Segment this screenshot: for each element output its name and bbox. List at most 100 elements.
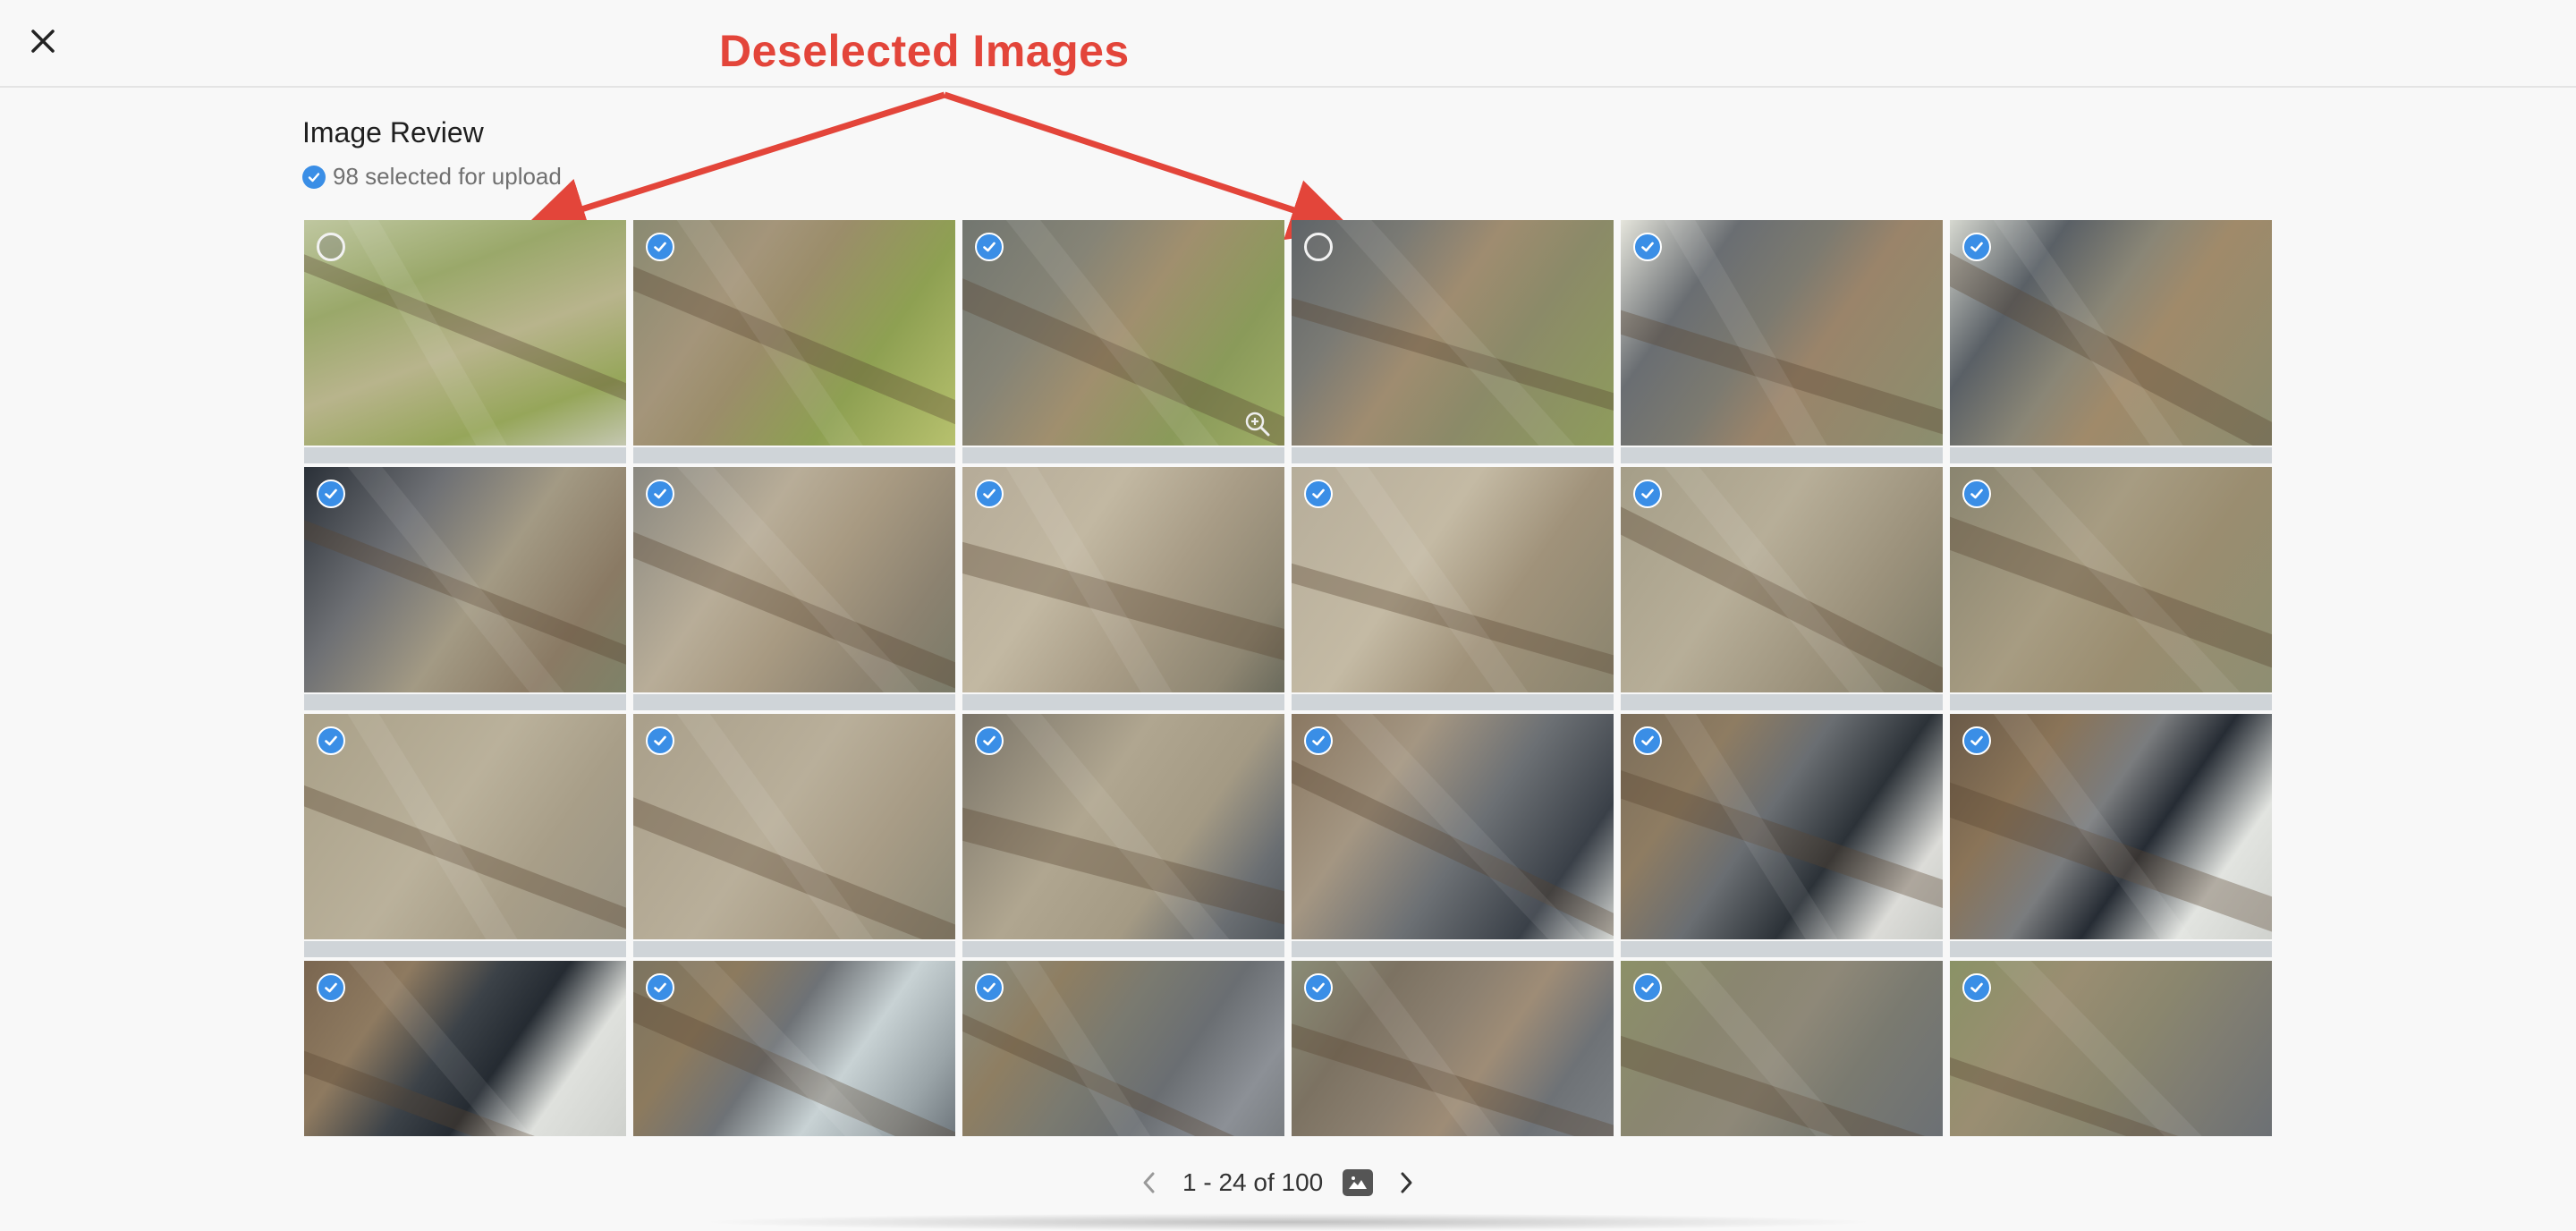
image-tile[interactable] <box>633 220 955 463</box>
image-tile[interactable] <box>1292 467 1614 710</box>
view-mode-button[interactable] <box>1343 1169 1374 1196</box>
image-tile[interactable] <box>633 714 955 957</box>
image-icon <box>1349 1176 1368 1189</box>
aerial-image <box>1621 961 1943 1136</box>
aerial-image <box>304 714 626 939</box>
selected-check-icon[interactable] <box>646 480 674 508</box>
selection-count: 98 selected for upload <box>302 163 562 191</box>
selected-check-icon[interactable] <box>317 480 345 508</box>
zoom-in-icon[interactable] <box>1243 410 1272 438</box>
tile-footer <box>633 694 955 710</box>
image-tile[interactable] <box>304 220 626 463</box>
selected-check-icon[interactable] <box>1633 973 1662 1002</box>
selected-check-icon[interactable] <box>975 233 1004 261</box>
tile-footer <box>1621 694 1943 710</box>
prev-page-button[interactable] <box>1136 1169 1163 1196</box>
selected-check-icon[interactable] <box>1304 480 1333 508</box>
image-grid <box>304 220 2272 1136</box>
tile-footer <box>962 694 1284 710</box>
aerial-image <box>304 961 626 1136</box>
selected-check-icon[interactable] <box>1962 726 1991 755</box>
tile-footer <box>1621 447 1943 463</box>
aerial-image <box>1950 220 2272 446</box>
selected-check-icon[interactable] <box>1633 233 1662 261</box>
image-tile[interactable] <box>1950 714 2272 957</box>
chevron-left-icon <box>1143 1172 1155 1193</box>
tile-footer <box>304 447 626 463</box>
selected-check-icon[interactable] <box>317 726 345 755</box>
aerial-image <box>962 714 1284 939</box>
selected-check-icon[interactable] <box>646 233 674 261</box>
aerial-image <box>304 467 626 692</box>
selected-check-icon[interactable] <box>1633 480 1662 508</box>
dialog-shadow <box>698 1213 1878 1231</box>
next-page-button[interactable] <box>1393 1169 1419 1196</box>
close-button[interactable] <box>25 23 61 59</box>
image-review-dialog: Deselected Images Image Review 98 select… <box>0 0 2576 1231</box>
tile-footer <box>304 694 626 710</box>
page-title: Image Review <box>302 116 484 149</box>
check-icon <box>302 165 326 189</box>
image-tile[interactable] <box>1950 220 2272 463</box>
tile-footer <box>1292 447 1614 463</box>
aerial-image <box>1292 220 1614 446</box>
image-tile[interactable] <box>1292 220 1614 463</box>
selected-check-icon[interactable] <box>1962 233 1991 261</box>
selected-check-icon[interactable] <box>317 973 345 1002</box>
image-tile[interactable] <box>1950 961 2272 1136</box>
aerial-image <box>633 961 955 1136</box>
image-tile[interactable] <box>304 467 626 710</box>
image-tile[interactable] <box>633 961 955 1136</box>
pagination: 1 - 24 of 100 <box>1136 1168 1419 1197</box>
deselected-circle-icon[interactable] <box>1304 233 1333 261</box>
image-tile[interactable] <box>1621 714 1943 957</box>
image-tile[interactable] <box>1292 714 1614 957</box>
aerial-image <box>1292 961 1614 1136</box>
aerial-image <box>1950 467 2272 692</box>
image-tile[interactable] <box>633 467 955 710</box>
aerial-image <box>962 961 1284 1136</box>
image-tile[interactable] <box>1292 961 1614 1136</box>
chevron-right-icon <box>1401 1172 1412 1193</box>
tile-footer <box>633 447 955 463</box>
image-tile[interactable] <box>1950 467 2272 710</box>
tile-footer <box>962 941 1284 957</box>
aerial-image <box>1950 714 2272 939</box>
tile-footer <box>633 941 955 957</box>
image-tile[interactable] <box>962 467 1284 710</box>
selected-check-icon[interactable] <box>646 973 674 1002</box>
tile-footer <box>1950 941 2272 957</box>
aerial-image <box>962 467 1284 692</box>
tile-footer <box>1950 694 2272 710</box>
selected-check-icon[interactable] <box>646 726 674 755</box>
aerial-image <box>633 467 955 692</box>
image-tile[interactable] <box>962 220 1284 463</box>
image-tile[interactable] <box>304 961 626 1136</box>
selected-check-icon[interactable] <box>975 726 1004 755</box>
annotation-label: Deselected Images <box>719 26 1130 76</box>
selected-check-icon[interactable] <box>975 480 1004 508</box>
image-tile[interactable] <box>1621 467 1943 710</box>
selected-check-icon[interactable] <box>1962 973 1991 1002</box>
selected-check-icon[interactable] <box>1633 726 1662 755</box>
image-tile[interactable] <box>304 714 626 957</box>
image-tile[interactable] <box>962 714 1284 957</box>
image-tile[interactable] <box>1621 961 1943 1136</box>
aerial-image <box>1621 714 1943 939</box>
image-tile[interactable] <box>1621 220 1943 463</box>
selected-check-icon[interactable] <box>1962 480 1991 508</box>
dialog-header <box>0 0 2576 88</box>
aerial-image <box>633 714 955 939</box>
close-icon <box>31 30 55 53</box>
image-tile[interactable] <box>962 961 1284 1136</box>
aerial-image <box>962 220 1284 446</box>
selected-check-icon[interactable] <box>1304 726 1333 755</box>
selection-count-text: 98 selected for upload <box>333 163 562 190</box>
aerial-image <box>1621 220 1943 446</box>
selected-check-icon[interactable] <box>1304 973 1333 1002</box>
aerial-image <box>633 220 955 446</box>
aerial-image <box>304 220 626 446</box>
selected-check-icon[interactable] <box>975 973 1004 1002</box>
tile-footer <box>1621 941 1943 957</box>
deselected-circle-icon[interactable] <box>317 233 345 261</box>
